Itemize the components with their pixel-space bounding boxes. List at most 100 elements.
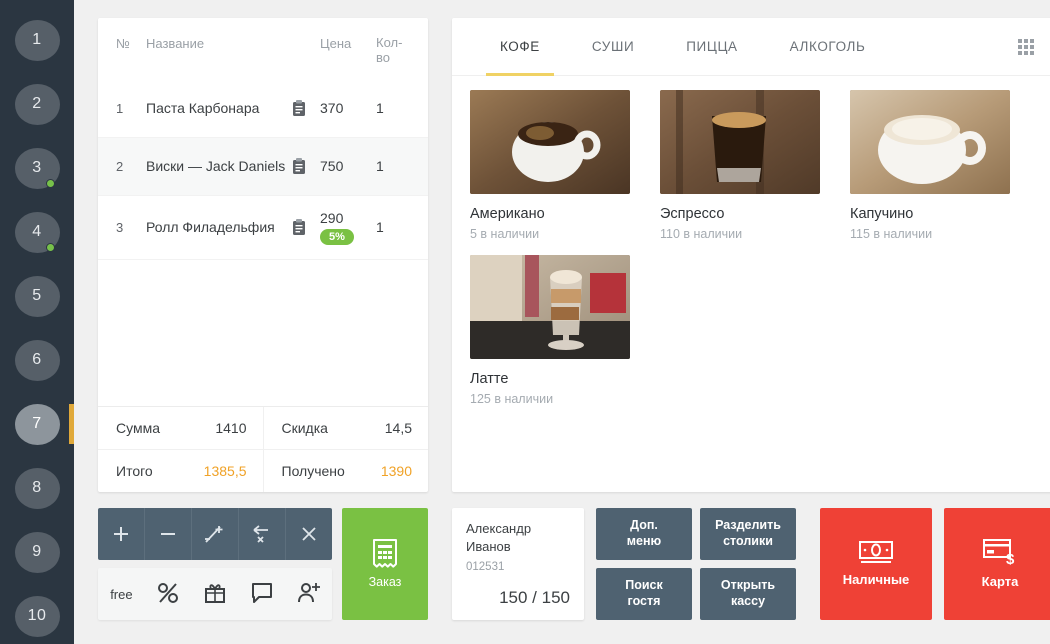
order-row[interactable]: 1 Паста Карбонара 370 1 — [98, 80, 428, 138]
received-label: Получено — [281, 463, 345, 479]
order-row-price: 750 — [320, 158, 344, 175]
order-row-price: 290 — [320, 209, 344, 226]
discount-cell: Скидка 14,5 — [262, 407, 428, 450]
order-row[interactable]: 2 Виски — Jack Daniels 750 1 — [98, 137, 428, 196]
delete-item-button[interactable] — [286, 508, 332, 560]
table-button-4[interactable]: 4 — [0, 200, 74, 264]
table-number: 10 — [14, 595, 60, 637]
order-row[interactable]: 3 Ролл Филадельфия 290 5% 1 — [98, 196, 428, 260]
product-name: Латте — [470, 371, 509, 387]
table-number: 6 — [14, 339, 60, 381]
tool-row-top — [98, 508, 332, 560]
extra-menu-button-label: Доп. меню — [627, 518, 661, 549]
product-card[interactable]: Латте 125 в наличии — [470, 255, 660, 406]
table-status-dot — [46, 179, 55, 188]
guest-points: 150 / 150 — [499, 588, 570, 607]
add-guest-button[interactable] — [285, 568, 332, 620]
table-button-10[interactable]: 10 — [0, 584, 74, 644]
order-totals: Сумма 1410 Скидка 14,5 Итого 1385,5 Полу… — [98, 406, 428, 492]
free-button[interactable]: free — [98, 568, 145, 620]
cash-payment-button[interactable]: Наличные — [820, 508, 932, 620]
order-row-note-button[interactable] — [292, 99, 320, 117]
cash-icon — [859, 541, 893, 563]
order-row-qty: 1 — [376, 100, 384, 117]
cash-payment-label: Наличные — [842, 572, 910, 587]
grid-view-icon[interactable] — [1018, 38, 1034, 55]
extra-menu-button[interactable]: Доп. меню — [596, 508, 692, 560]
totals-row-2: Итого 1385,5 Получено 1390 — [98, 450, 428, 492]
order-button[interactable]: Заказ — [342, 508, 428, 620]
product-image — [660, 90, 820, 194]
product-image — [470, 90, 630, 194]
card-payment-label: Карта — [981, 574, 1019, 589]
tab-кофе[interactable]: КОФЕ — [474, 18, 566, 76]
order-row-note-button[interactable] — [292, 157, 320, 175]
comment-button-icon — [250, 582, 274, 607]
table-button-5[interactable]: 5 — [0, 264, 74, 328]
table-number: 2 — [14, 83, 60, 125]
table-number: 7 — [14, 403, 60, 445]
guest-card[interactable]: Александр Иванов 012531 150 / 150 — [452, 508, 584, 620]
order-row-name: Паста Карбонара — [146, 99, 260, 116]
received-cell: Получено 1390 — [262, 450, 429, 492]
order-row-name: Виски — Jack Daniels — [146, 157, 286, 174]
table-button-8[interactable]: 8 — [0, 456, 74, 520]
product-card[interactable]: Американо 5 в наличии — [470, 90, 660, 241]
tab-пицца[interactable]: ПИЦЦА — [660, 18, 763, 76]
order-row-note-button[interactable] — [292, 218, 320, 236]
table-button-6[interactable]: 6 — [0, 328, 74, 392]
search-guest-button[interactable]: Поиск гостя — [596, 568, 692, 620]
tab-суши[interactable]: СУШИ — [566, 18, 660, 76]
remove-item-button[interactable] — [145, 508, 192, 560]
add-item-button[interactable] — [98, 508, 145, 560]
open-register-button[interactable]: Открыть кассу — [700, 568, 796, 620]
open-register-button-label: Открыть кассу — [721, 578, 775, 609]
order-row-num: 1 — [116, 100, 124, 116]
product-stock: 110 в наличии — [660, 227, 743, 241]
product-stock: 5 в наличии — [470, 227, 540, 241]
split-item-button[interactable] — [192, 508, 239, 560]
clipboard-icon — [293, 218, 305, 235]
product-stock: 125 в наличии — [470, 392, 554, 406]
split-tables-button[interactable]: Разделить столики — [700, 508, 796, 560]
order-row-num: 2 — [116, 158, 124, 174]
order-button-label: Заказ — [368, 575, 402, 589]
product-card[interactable]: Капучино 115 в наличии — [850, 90, 1040, 241]
table-button-2[interactable]: 2 — [0, 72, 74, 136]
product-name: Капучино — [850, 206, 914, 222]
order-panel: № Название Цена Кол- во 1 Паста Карбонара… — [98, 18, 428, 492]
line2: кассу — [730, 594, 766, 608]
order-row-price-cell: 750 — [320, 158, 376, 174]
percent-discount-button[interactable] — [145, 568, 192, 620]
add-guest-button-icon — [297, 581, 321, 608]
header-price: Цена — [320, 36, 352, 51]
order-rows: 1 Паста Карбонара 370 1 2 Виски — Jack Daniel… — [98, 80, 428, 406]
product-grid: Американо 5 в наличии Эспрессо 110 в наличи… — [452, 76, 1050, 492]
table-number: 8 — [14, 467, 60, 509]
clipboard-icon — [293, 157, 305, 174]
table-button-3[interactable]: 3 — [0, 136, 74, 200]
guest-id: 012531 — [466, 561, 505, 574]
table-button-1[interactable]: 1 — [0, 8, 74, 72]
split-tables-button-label: Разделить столики — [715, 518, 781, 549]
card-payment-button[interactable]: $ Карта — [944, 508, 1050, 620]
comment-button[interactable] — [238, 568, 285, 620]
tab-алкоголь[interactable]: АЛКОГОЛЬ — [764, 18, 892, 76]
tool-row-bottom: free — [98, 568, 332, 620]
move-item-button[interactable] — [239, 508, 286, 560]
line1: Поиск — [625, 578, 663, 593]
table-button-7[interactable]: 7 — [0, 392, 74, 456]
product-image — [470, 255, 630, 359]
percent-discount-button-icon — [156, 581, 180, 608]
total-cell: Итого 1385,5 — [98, 450, 263, 492]
order-table-header: № Название Цена Кол- во — [98, 18, 428, 80]
receipt-icon — [373, 539, 397, 568]
product-stock: 115 в наличии — [850, 227, 933, 241]
header-qty: Кол- во — [376, 35, 414, 66]
gift-button[interactable] — [192, 568, 239, 620]
credit-card-icon: $ — [983, 539, 1015, 565]
line1: Разделить — [715, 518, 781, 533]
table-button-9[interactable]: 9 — [0, 520, 74, 584]
product-card[interactable]: Эспрессо 110 в наличии — [660, 90, 850, 241]
discount-label: Скидка — [281, 420, 328, 436]
